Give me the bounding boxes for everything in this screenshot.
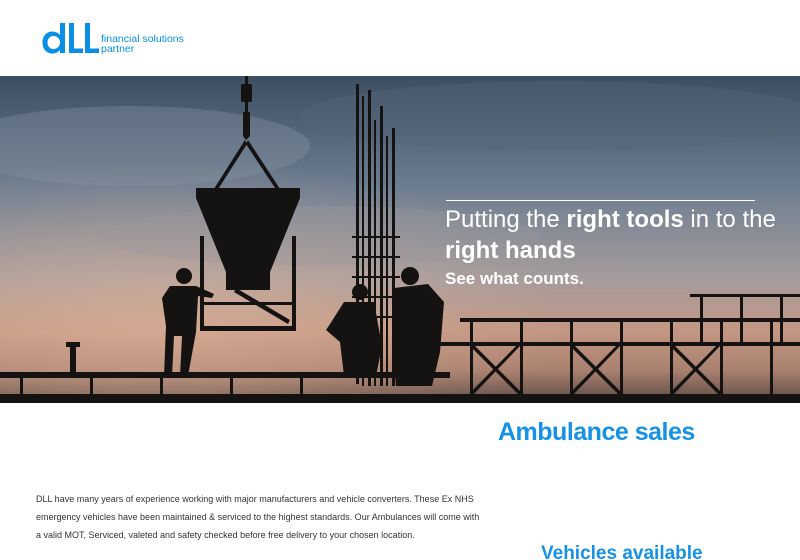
page-title: Ambulance sales: [498, 418, 695, 446]
logo-tagline: financial solutions partner: [101, 34, 184, 55]
hero-headline-bold2: right hands: [445, 237, 576, 264]
site-header: financial solutions partner: [0, 0, 800, 76]
hero-banner: Putting the right tools in to the right …: [0, 76, 800, 403]
hero-subheadline: See what counts.: [445, 269, 584, 288]
hero-divider: [446, 200, 755, 201]
page: financial solutions partner Putting the …: [0, 0, 800, 560]
hero-headline-part1: Putting the: [445, 206, 567, 233]
dll-logo-icon: [42, 23, 99, 54]
hero-headline-part2: in to the: [683, 206, 776, 233]
hero-headline-bold1: right tools: [566, 206, 684, 233]
logo-tagline-line2: partner: [101, 43, 135, 55]
vehicles-available-heading: Vehicles available: [541, 543, 703, 560]
hero-headline: Putting the right tools in to the right …: [445, 204, 785, 266]
intro-paragraph: DLL have many years of experience workin…: [36, 494, 480, 540]
